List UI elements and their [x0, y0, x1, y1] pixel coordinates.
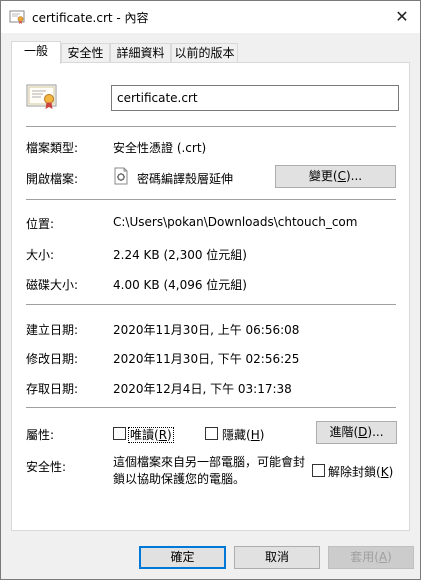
- apply-suffix: ): [387, 550, 392, 564]
- hidden-label-text: 隱藏(: [222, 428, 251, 442]
- accessed-label: 存取日期:: [26, 382, 79, 396]
- apply-accesskey: A: [378, 550, 388, 564]
- change-button-label: 變更(: [308, 169, 338, 183]
- window-title: certificate.crt - 內容: [32, 11, 149, 25]
- tab-general[interactable]: 一般: [11, 41, 61, 64]
- size-label: 大小:: [26, 248, 55, 262]
- general-panel: certificate.crt 檔案類型: 安全性憑證 (.crt) 開啟檔案:…: [11, 62, 410, 531]
- properties-window: certificate.crt - 內容 ✕ 一般 安全性 詳細資料 以前的版本…: [0, 0, 421, 580]
- unblock-accesskey: K: [380, 465, 389, 479]
- attributes-label: 屬性:: [26, 428, 55, 442]
- security-message: 這個檔案來自另一部電腦，可能會封鎖以協助保護您的電腦。: [113, 455, 306, 486]
- unblock-suffix: ): [388, 465, 394, 479]
- readonly-suffix: ): [167, 428, 172, 442]
- shell-extension-icon: [114, 167, 128, 185]
- readonly-label-text: 唯讀(: [130, 428, 159, 442]
- size-on-disk-value: 4.00 KB (4,096 位元組): [113, 278, 247, 292]
- opens-with-app: 密碼編譯殼層延伸: [137, 172, 234, 186]
- hidden-accesskey: H: [250, 428, 260, 442]
- size-on-disk-label: 磁碟大小:: [26, 278, 79, 292]
- created-value: 2020年11月30日, 上午 06:56:08: [113, 323, 300, 337]
- security-label: 安全性:: [26, 460, 67, 474]
- readonly-checkbox[interactable]: [113, 427, 126, 440]
- divider: [26, 304, 396, 305]
- advanced-button[interactable]: 進階(D)...: [316, 421, 397, 444]
- certificate-file-icon: [26, 84, 57, 109]
- apply-button-label: 套用(: [350, 550, 379, 564]
- divider: [26, 126, 396, 127]
- location-label: 位置:: [26, 217, 55, 231]
- file-type-value: 安全性憑證 (.crt): [113, 141, 207, 155]
- accessed-value: 2020年12月4日, 下午 03:17:38: [113, 382, 292, 396]
- modified-value: 2020年11月30日, 下午 02:56:25: [113, 352, 300, 366]
- size-value: 2.24 KB (2,300 位元組): [113, 248, 247, 262]
- modified-label: 修改日期:: [26, 352, 79, 366]
- hidden-checkbox[interactable]: [205, 427, 218, 440]
- apply-button[interactable]: 套用(A): [328, 546, 414, 569]
- hidden-suffix: ): [259, 428, 265, 442]
- readonly-label[interactable]: 唯讀(R): [128, 426, 174, 443]
- tab-previous-versions[interactable]: 以前的版本: [171, 43, 238, 63]
- cancel-button[interactable]: 取消: [234, 546, 320, 569]
- filename-input[interactable]: certificate.crt: [111, 85, 399, 111]
- created-label: 建立日期:: [26, 323, 79, 337]
- change-button-suffix: )...: [345, 169, 363, 183]
- advanced-suffix: )...: [367, 425, 384, 439]
- ok-button[interactable]: 確定: [139, 546, 226, 569]
- change-button[interactable]: 變更(C)...: [275, 165, 396, 188]
- divider: [26, 199, 396, 200]
- readonly-accesskey: R: [158, 428, 168, 442]
- divider: [26, 407, 396, 408]
- location-value: C:\Users\pokan\Downloads\chtouch_com: [113, 215, 358, 229]
- opens-with-label: 開啟檔案:: [26, 172, 79, 186]
- tab-security[interactable]: 安全性: [61, 43, 110, 63]
- unblock-label[interactable]: 解除封鎖(K): [328, 463, 393, 480]
- close-icon[interactable]: ✕: [390, 5, 414, 29]
- advanced-button-label: 進階(: [329, 425, 359, 439]
- certificate-icon: [9, 10, 25, 24]
- change-button-accesskey: C: [337, 169, 346, 183]
- hidden-label[interactable]: 隱藏(H): [222, 426, 264, 443]
- tab-details[interactable]: 詳細資料: [110, 43, 171, 63]
- title-bar[interactable]: certificate.crt - 內容 ✕: [1, 1, 420, 33]
- unblock-checkbox[interactable]: [312, 464, 325, 477]
- file-type-label: 檔案類型:: [26, 141, 79, 155]
- unblock-label-text: 解除封鎖(: [328, 465, 381, 479]
